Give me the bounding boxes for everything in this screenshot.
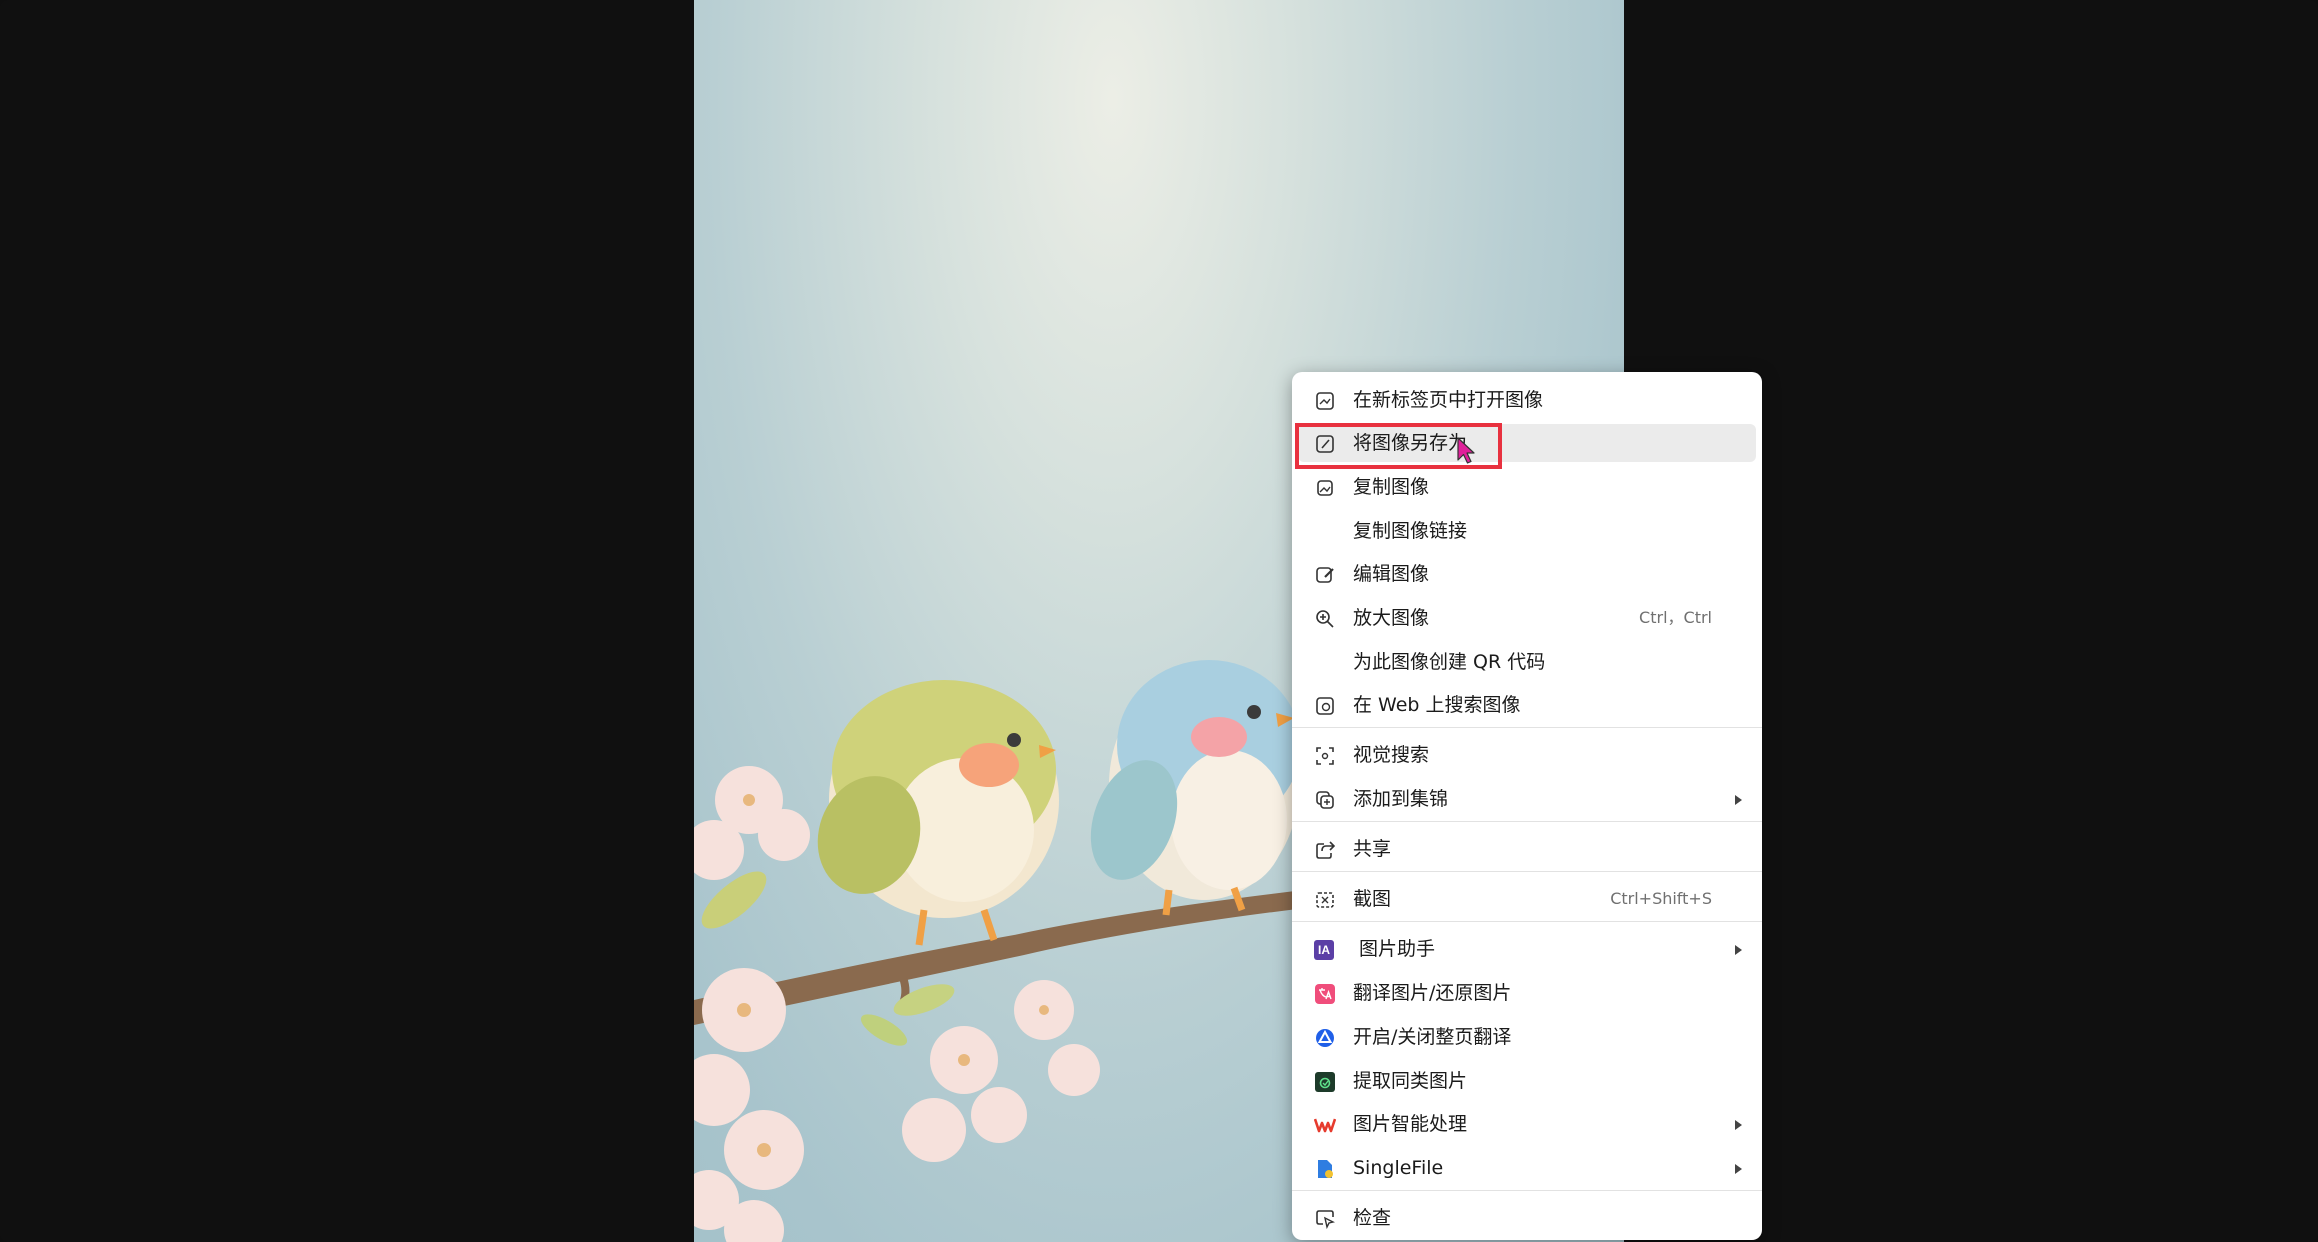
menu-separator xyxy=(1292,871,1762,872)
edit-image-icon xyxy=(1314,564,1336,586)
share-icon xyxy=(1314,839,1336,861)
copy-image-icon xyxy=(1314,477,1336,499)
image-context-menu: 在新标签页中打开图像 将图像另存为 复制图像 复制图像链接 编辑图像 放大图像 … xyxy=(1292,372,1762,1240)
menu-item-label: 开启/关闭整页翻译 xyxy=(1353,1026,1512,1048)
inspect-icon xyxy=(1314,1208,1336,1230)
menu-item-label: 在新标签页中打开图像 xyxy=(1353,389,1544,411)
menu-separator xyxy=(1292,1190,1762,1191)
menu-item-singlefile[interactable]: SingleFile xyxy=(1298,1149,1756,1187)
open-in-new-tab-icon xyxy=(1314,390,1336,412)
submenu-arrow-icon xyxy=(1735,945,1742,955)
menu-item-copy-image[interactable]: 复制图像 xyxy=(1298,468,1756,506)
menu-item-label: 添加到集锦 xyxy=(1353,788,1449,810)
menu-item-zoom-image[interactable]: 放大图像 Ctrl，Ctrl xyxy=(1298,599,1756,637)
menu-item-open-in-new-tab[interactable]: 在新标签页中打开图像 xyxy=(1298,381,1756,419)
menu-item-label: 视觉搜索 xyxy=(1353,744,1430,766)
menu-item-extract-similar-images[interactable]: 提取同类图片 xyxy=(1298,1062,1756,1100)
image-assistant-icon: IA xyxy=(1314,940,1334,960)
menu-item-label: 截图 xyxy=(1353,888,1392,910)
menu-item-label: SingleFile xyxy=(1353,1157,1444,1179)
zoom-in-icon xyxy=(1314,608,1336,630)
page-translate-icon xyxy=(1314,1027,1336,1049)
menu-item-label: 复制图像 xyxy=(1353,476,1430,498)
menu-item-label: 复制图像链接 xyxy=(1353,520,1468,542)
menu-item-label: 共享 xyxy=(1353,838,1392,860)
menu-item-shortcut: Ctrl，Ctrl xyxy=(1639,608,1712,627)
menu-item-search-web-image[interactable]: 在 Web 上搜索图像 xyxy=(1298,686,1756,724)
menu-item-smart-image-processing[interactable]: 图片智能处理 xyxy=(1298,1105,1756,1143)
menu-item-toggle-page-translate[interactable]: 开启/关闭整页翻译 xyxy=(1298,1018,1756,1056)
image-assistant-badge: IA xyxy=(1318,943,1330,957)
menu-item-image-assistant[interactable]: IA 图片助手 xyxy=(1298,930,1756,968)
menu-item-label: 编辑图像 xyxy=(1353,563,1430,585)
submenu-arrow-icon xyxy=(1735,1164,1742,1174)
menu-item-label: 图片智能处理 xyxy=(1353,1113,1468,1135)
menu-item-create-qr-code[interactable]: 为此图像创建 QR 代码 xyxy=(1298,643,1756,681)
menu-separator xyxy=(1292,821,1762,822)
translate-image-icon xyxy=(1314,983,1336,1005)
menu-separator xyxy=(1292,727,1762,728)
mouse-cursor-icon xyxy=(1457,437,1475,464)
wps-smart-image-icon xyxy=(1314,1114,1336,1136)
image-viewer xyxy=(0,0,2318,1242)
menu-item-label: 为此图像创建 QR 代码 xyxy=(1353,651,1546,673)
menu-item-add-to-collections[interactable]: 添加到集锦 xyxy=(1298,780,1756,818)
menu-item-share[interactable]: 共享 xyxy=(1298,830,1756,868)
menu-item-screenshot[interactable]: 截图 Ctrl+Shift+S xyxy=(1298,880,1756,918)
menu-item-inspect[interactable]: 检查 xyxy=(1298,1199,1756,1237)
menu-item-label: 检查 xyxy=(1353,1207,1392,1229)
menu-separator xyxy=(1292,921,1762,922)
visual-search-icon xyxy=(1314,745,1336,767)
screenshot-icon xyxy=(1314,889,1336,911)
collections-icon xyxy=(1314,789,1336,811)
menu-item-shortcut: Ctrl+Shift+S xyxy=(1610,889,1712,908)
menu-item-label: 提取同类图片 xyxy=(1353,1070,1468,1092)
menu-item-copy-image-link[interactable]: 复制图像链接 xyxy=(1298,512,1756,550)
menu-item-edit-image[interactable]: 编辑图像 xyxy=(1298,555,1756,593)
menu-item-label: 图片助手 xyxy=(1359,938,1436,960)
singlefile-icon xyxy=(1314,1158,1336,1180)
extract-similar-images-icon xyxy=(1314,1071,1336,1093)
menu-item-visual-search[interactable]: 视觉搜索 xyxy=(1298,736,1756,774)
submenu-arrow-icon xyxy=(1735,795,1742,805)
menu-item-label: 翻译图片/还原图片 xyxy=(1353,982,1512,1004)
submenu-arrow-icon xyxy=(1735,1120,1742,1130)
menu-item-label: 放大图像 xyxy=(1353,607,1430,629)
menu-item-translate-image[interactable]: 翻译图片/还原图片 xyxy=(1298,974,1756,1012)
web-image-search-icon xyxy=(1314,695,1336,717)
menu-item-label: 在 Web 上搜索图像 xyxy=(1353,694,1521,716)
